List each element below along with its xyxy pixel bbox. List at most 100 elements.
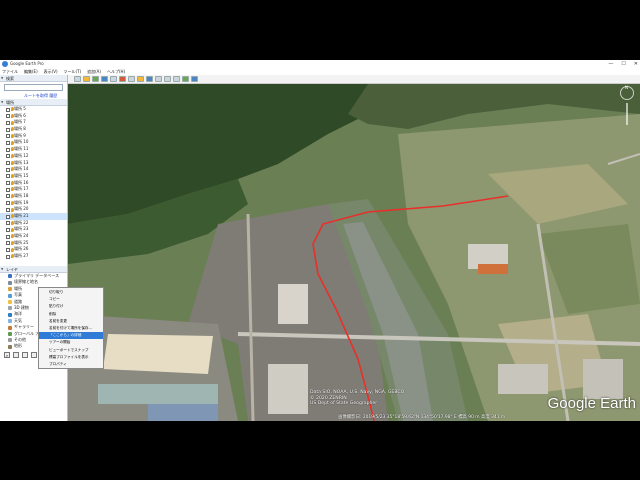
- place-item[interactable]: 場所 19: [0, 200, 67, 207]
- planets-icon[interactable]: [146, 76, 153, 82]
- add-placemark-icon[interactable]: [83, 76, 90, 82]
- place-item-label: 場所 5: [14, 106, 26, 111]
- checkbox[interactable]: [6, 140, 10, 145]
- layer-icon: [8, 274, 12, 279]
- checkbox[interactable]: [6, 221, 10, 226]
- context-menu-item[interactable]: 名前を付けて場所を保存...: [39, 325, 103, 332]
- record-tour-icon[interactable]: [119, 76, 126, 82]
- placemark-pin-icon: [10, 240, 14, 245]
- checkbox[interactable]: [6, 107, 10, 112]
- place-item[interactable]: 場所 18: [0, 193, 67, 200]
- checkbox[interactable]: [6, 214, 10, 219]
- place-item[interactable]: 場所 8: [0, 126, 67, 133]
- place-item[interactable]: 場所 15: [0, 173, 67, 180]
- layer-item-label: 3D 建物: [14, 304, 29, 310]
- place-item[interactable]: 場所 12: [0, 153, 67, 160]
- maximize-button[interactable]: ☐: [621, 60, 625, 68]
- aerial-imagery: [68, 84, 640, 421]
- checkbox[interactable]: [6, 201, 10, 206]
- place-item[interactable]: 場所 25: [0, 240, 67, 247]
- place-item[interactable]: 場所 24: [0, 233, 67, 240]
- place-item-label: 場所 15: [14, 172, 29, 178]
- context-menu-item[interactable]: 切り取り: [39, 289, 103, 296]
- place-item[interactable]: 場所 7: [0, 119, 67, 126]
- sunlight-icon[interactable]: [137, 76, 144, 82]
- place-item[interactable]: 場所 26: [0, 246, 67, 253]
- context-menu-item[interactable]: 削除: [39, 311, 103, 318]
- placemark-pin-icon: [10, 154, 14, 158]
- search-panel-header[interactable]: 検索: [0, 75, 67, 82]
- context-menu-item[interactable]: 標高プロファイルを表示: [39, 354, 103, 361]
- checkbox[interactable]: [6, 154, 10, 159]
- place-item[interactable]: 場所 22: [0, 220, 67, 227]
- context-menu-item[interactable]: 名前を変更: [39, 318, 103, 325]
- menu-help[interactable]: ヘルプ(H): [107, 68, 125, 75]
- context-menu-item[interactable]: プロパティ: [39, 361, 103, 368]
- zoom-slider[interactable]: [626, 103, 628, 125]
- ruler-icon[interactable]: [155, 76, 162, 82]
- place-item[interactable]: 場所 6: [0, 113, 67, 120]
- down-arrow-icon[interactable]: [31, 351, 37, 358]
- place-item[interactable]: 場所 27: [0, 253, 67, 260]
- add-polygon-icon[interactable]: [92, 76, 99, 82]
- context-menu-item[interactable]: 貼り付け: [39, 303, 103, 310]
- placemark-pin-icon: [10, 180, 14, 185]
- add-path-icon[interactable]: [101, 76, 108, 82]
- up-arrow-icon[interactable]: [22, 351, 28, 358]
- search-icon[interactable]: ⌕: [4, 351, 10, 358]
- context-menu-item[interactable]: ツアーの開始: [39, 339, 103, 346]
- checkbox[interactable]: [6, 227, 10, 232]
- email-icon[interactable]: [164, 76, 171, 82]
- minimize-button[interactable]: —: [608, 60, 613, 68]
- context-menu-item[interactable]: コピー: [39, 296, 103, 303]
- navigation-controls[interactable]: N: [620, 85, 634, 126]
- place-item[interactable]: 場所 14: [0, 166, 67, 173]
- checkbox[interactable]: [6, 207, 10, 212]
- checkbox[interactable]: [6, 127, 10, 132]
- checkbox[interactable]: [6, 241, 10, 246]
- place-item[interactable]: 場所 17: [0, 186, 67, 193]
- checkbox[interactable]: [6, 147, 10, 152]
- place-item[interactable]: 場所 11: [0, 146, 67, 153]
- earth-3d-view[interactable]: N Data SIO, NOAA, U.S. Navy, NGA, GEBCO …: [68, 84, 640, 421]
- save-image-icon[interactable]: [182, 76, 189, 82]
- hide-sidebar-icon[interactable]: [74, 76, 81, 82]
- checkbox[interactable]: [6, 194, 10, 199]
- image-overlay-icon[interactable]: [110, 76, 117, 82]
- search-input[interactable]: [4, 84, 63, 91]
- view-in-maps-icon[interactable]: [191, 76, 198, 82]
- menu-edit[interactable]: 編集(E): [24, 68, 38, 75]
- menu-tools[interactable]: ツール(T): [64, 68, 82, 75]
- place-item[interactable]: 場所 16: [0, 180, 67, 187]
- checkbox[interactable]: [6, 174, 10, 179]
- folder-icon[interactable]: [13, 351, 19, 358]
- historical-imagery-icon[interactable]: [128, 76, 135, 82]
- checkbox[interactable]: [6, 234, 10, 239]
- place-item[interactable]: 場所 21: [0, 213, 67, 220]
- place-item[interactable]: 場所 5: [0, 106, 67, 113]
- checkbox[interactable]: [6, 134, 10, 139]
- checkbox[interactable]: [6, 120, 10, 125]
- close-button[interactable]: ✕: [634, 60, 638, 68]
- print-icon[interactable]: [173, 76, 180, 82]
- checkbox[interactable]: [6, 161, 10, 165]
- context-menu-item[interactable]: ビューポートでスナップ: [39, 347, 103, 354]
- checkbox[interactable]: [6, 247, 10, 252]
- places-panel-header[interactable]: 場所: [0, 99, 67, 106]
- place-item[interactable]: 場所 13: [0, 160, 67, 167]
- place-item[interactable]: 場所 23: [0, 226, 67, 233]
- place-item[interactable]: 場所 9: [0, 133, 67, 140]
- checkbox[interactable]: [6, 114, 10, 119]
- menu-view[interactable]: 表示(V): [44, 68, 58, 75]
- checkbox[interactable]: [6, 187, 10, 192]
- menu-file[interactable]: ファイル: [2, 68, 18, 75]
- placemark-pin-icon: [10, 107, 14, 112]
- layers-panel-header[interactable]: レイヤ: [0, 266, 67, 273]
- menu-add[interactable]: 追加(A): [87, 68, 101, 75]
- checkbox[interactable]: [6, 181, 10, 186]
- checkbox[interactable]: [6, 254, 10, 259]
- context-menu-item[interactable]: 「ここから」の詳細: [39, 332, 103, 340]
- place-item[interactable]: 場所 10: [0, 139, 67, 146]
- place-item[interactable]: 場所 20: [0, 206, 67, 213]
- checkbox[interactable]: [6, 167, 10, 172]
